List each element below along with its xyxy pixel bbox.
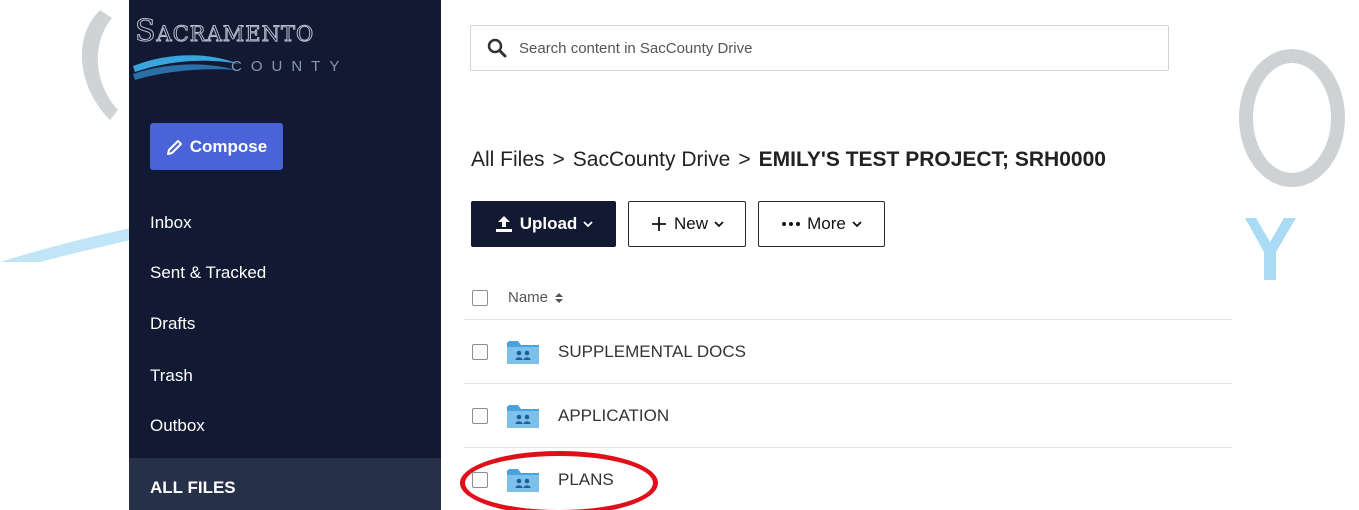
more-label: More xyxy=(807,214,846,233)
name-column-label: Name xyxy=(508,289,549,306)
sidebar-item-label: Inbox xyxy=(150,213,192,232)
file-list: Name SUPPLEMENTAL DOCS APPLICATION PLANS xyxy=(464,276,1232,510)
search-icon xyxy=(487,38,507,58)
table-row[interactable]: PLANS xyxy=(464,448,1232,510)
sidebar-item-label: ALL FILES xyxy=(150,478,236,497)
file-name[interactable]: APPLICATION xyxy=(558,406,669,426)
sacramento-county-logo: Sacramento COUNTY xyxy=(129,8,369,88)
breadcrumb-all-files[interactable]: All Files xyxy=(471,148,545,172)
row-checkbox[interactable] xyxy=(472,472,488,488)
chevron-down-icon xyxy=(583,221,593,228)
shared-folder-icon xyxy=(507,469,539,492)
sidebar-item-label: Outbox xyxy=(150,416,205,435)
breadcrumb: All Files > SacCounty Drive > EMILY'S TE… xyxy=(471,148,1106,172)
file-name[interactable]: PLANS xyxy=(558,470,614,490)
file-toolbar: Upload New More xyxy=(471,201,885,247)
sort-icon xyxy=(555,292,564,303)
sidebar-item-all-files[interactable]: ALL FILES xyxy=(129,458,441,510)
breadcrumb-current-folder: EMILY'S TEST PROJECT; SRH0000 xyxy=(758,148,1106,171)
upload-button[interactable]: Upload xyxy=(471,201,616,247)
chevron-down-icon xyxy=(714,221,724,228)
breadcrumb-separator: > xyxy=(738,148,751,171)
row-checkbox[interactable] xyxy=(472,407,488,424)
plus-icon xyxy=(651,217,666,231)
shared-folder-icon xyxy=(507,404,539,428)
file-name[interactable]: SUPPLEMENTAL DOCS xyxy=(558,342,746,362)
breadcrumb-saccounty-drive[interactable]: SacCounty Drive xyxy=(573,148,731,172)
sidebar-item-label: Trash xyxy=(150,366,193,385)
search-input[interactable] xyxy=(519,39,1119,57)
chevron-down-icon xyxy=(852,221,862,228)
row-checkbox[interactable] xyxy=(472,343,488,360)
compose-label: Compose xyxy=(189,136,268,156)
logo-wordmark: Sacramento xyxy=(134,14,315,50)
shared-folder-icon xyxy=(507,340,539,364)
upload-icon xyxy=(495,216,512,232)
sidebar-item-label: Drafts xyxy=(150,314,196,333)
name-column-header[interactable]: Name xyxy=(508,289,564,306)
new-label: New xyxy=(673,214,708,233)
sidebar: Sacramento COUNTY Compose Inbox Sent & T… xyxy=(129,0,441,510)
table-row[interactable]: APPLICATION xyxy=(464,384,1232,448)
pencil-icon xyxy=(166,139,182,155)
sidebar-item-label: Sent & Tracked xyxy=(150,263,267,282)
search-bar xyxy=(470,25,1169,71)
sidebar-item-outbox[interactable]: Outbox xyxy=(129,401,441,451)
logo-county-text: COUNTY xyxy=(231,58,349,75)
sidebar-item-inbox[interactable]: Inbox xyxy=(129,198,441,248)
compose-button[interactable]: Compose xyxy=(150,123,283,170)
new-button[interactable]: New xyxy=(628,201,746,247)
breadcrumb-separator: > xyxy=(552,148,565,171)
sidebar-item-trash[interactable]: Trash xyxy=(129,351,441,401)
table-row[interactable]: SUPPLEMENTAL DOCS xyxy=(464,320,1232,384)
select-all-checkbox[interactable] xyxy=(472,289,488,306)
more-button[interactable]: More xyxy=(758,201,885,247)
upload-label: Upload xyxy=(519,214,578,233)
ellipsis-icon xyxy=(782,222,801,226)
sidebar-item-drafts[interactable]: Drafts xyxy=(129,299,441,349)
file-list-header: Name xyxy=(464,276,1232,320)
sidebar-item-sent-tracked[interactable]: Sent & Tracked xyxy=(129,248,441,298)
